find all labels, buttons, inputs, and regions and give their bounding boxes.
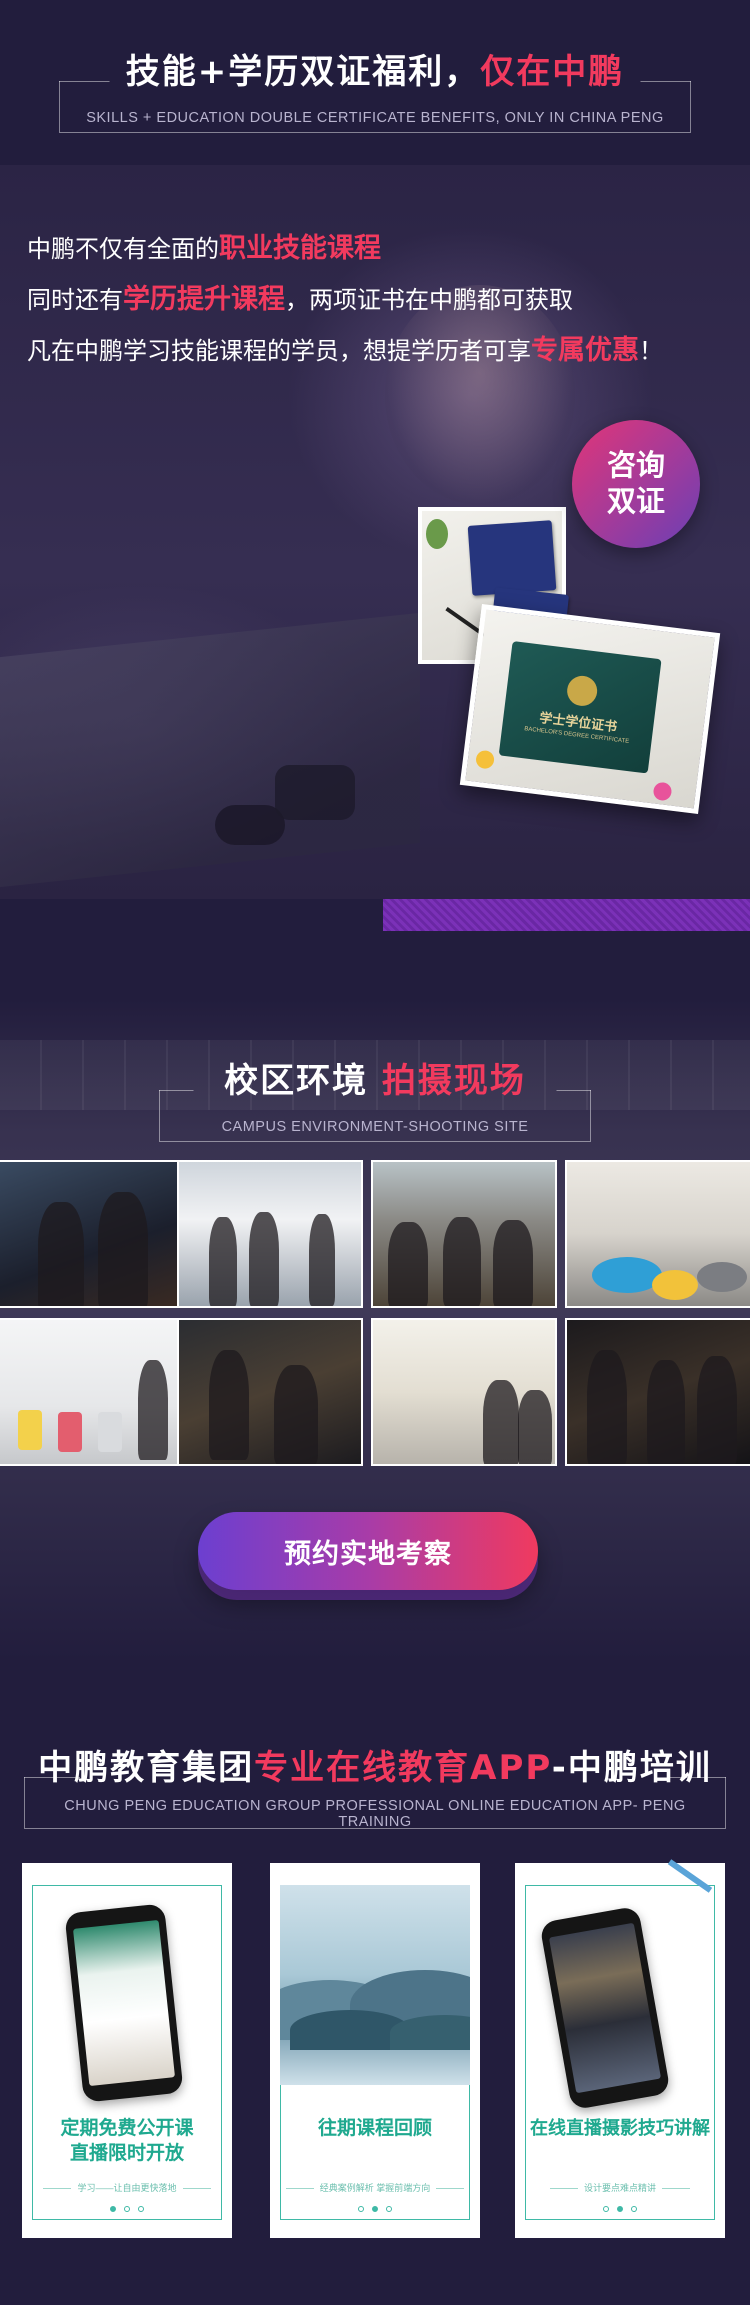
carousel-dot[interactable]	[386, 2206, 392, 2212]
intro-line-1-text: 中鹏不仅有全面的	[27, 236, 219, 263]
carousel-dots	[22, 2206, 232, 2212]
flower-icon	[652, 781, 673, 802]
consult-double-cert-button[interactable]: 咨询 双证	[572, 420, 700, 548]
campus-photo-classroom	[0, 1318, 184, 1466]
carousel-dot[interactable]	[138, 2206, 144, 2212]
app-card-tagline: 学习——让自由更快落地	[22, 2181, 232, 2194]
consult-line-2: 双证	[606, 486, 665, 518]
app-card-live-photo[interactable]: 在线直播摄影技巧讲解 设计要点难点精讲	[515, 1859, 725, 2238]
app-card-caption: 定期免费公开课 直播限时开放	[22, 2116, 232, 2166]
purple-stripe-divider	[0, 899, 750, 931]
intro-line-2-pre: 同时还有	[27, 287, 123, 314]
intro-highlight-discount: 专属优惠	[531, 335, 639, 365]
carousel-dot[interactable]	[110, 2206, 116, 2212]
carousel-dots	[270, 2206, 480, 2212]
carousel-dot[interactable]	[603, 2206, 609, 2212]
carousel-dot[interactable]	[631, 2206, 637, 2212]
cert-subtitle-box: SKILLS + EDUCATION DOUBLE CERTIFICATE BE…	[59, 81, 691, 133]
campus-photo-reception	[371, 1318, 557, 1466]
intro-line-3-post: ！	[639, 338, 663, 365]
caption-line-1: 往期课程回顾	[317, 2118, 432, 2139]
campus-photo-night-shoot	[565, 1318, 750, 1466]
caption-line-2: 直播限时开放	[69, 2143, 184, 2164]
camera-lens-shape	[215, 805, 285, 845]
intro-line-2: 同时还有学历提升课程，两项证书在中鹏都可获取	[27, 283, 663, 317]
intro-line-2-post: ，两项证书在中鹏都可获取	[285, 287, 573, 314]
campus-subtitle: CAMPUS ENVIRONMENT-SHOOTING SITE	[221, 1119, 529, 1135]
carousel-dots	[515, 2206, 725, 2212]
book-site-visit-button[interactable]: 预约实地考察	[198, 1512, 538, 1590]
carousel-dot[interactable]	[617, 2206, 623, 2212]
camera-body-shape	[275, 765, 355, 820]
app-card-tagline: 经典案例解析 掌握前端方向	[270, 2181, 480, 2194]
campus-photo-filming	[0, 1160, 184, 1308]
app-subtitle: CHUNG PENG EDUCATION GROUP PROFESSIONAL …	[64, 1798, 686, 1830]
intro-highlight-degree: 学历提升课程	[123, 284, 285, 314]
intro-line-1: 中鹏不仅有全面的职业技能课程	[27, 232, 663, 266]
campus-photo-lounge	[565, 1160, 750, 1308]
carousel-dot[interactable]	[358, 2206, 364, 2212]
laptop-shape	[0, 612, 420, 888]
app-subtitle-box: CHUNG PENG EDUCATION GROUP PROFESSIONAL …	[24, 1777, 726, 1830]
plant-shape	[426, 519, 448, 549]
tagline-text: 经典案例解析 掌握前端方向	[319, 2183, 431, 2193]
cert-intro-text: 中鹏不仅有全面的职业技能课程 同时还有学历提升课程，两项证书在中鹏都可获取 凡在…	[27, 232, 663, 385]
caption-line-1: 定期免费公开课	[60, 2118, 194, 2139]
app-card-caption: 在线直播摄影技巧讲解	[515, 2116, 725, 2141]
national-emblem-icon	[565, 674, 599, 708]
tagline-text: 学习——让自由更快落地	[77, 2183, 177, 2193]
app-card-open-class[interactable]: 定期免费公开课 直播限时开放 学习——让自由更快落地	[22, 1863, 232, 2238]
carousel-dot[interactable]	[372, 2206, 378, 2212]
carousel-dot[interactable]	[124, 2206, 130, 2212]
mountain-lake-image	[280, 1885, 470, 2085]
caption-line-1: 在线直播摄影技巧讲解	[530, 2118, 710, 2138]
campus-photo-set	[177, 1318, 363, 1466]
bachelor-certificate-cover: 学士学位证书 BACHELOR'S DEGREE CERTIFICATE	[498, 641, 662, 774]
campus-photo-studio	[177, 1160, 363, 1308]
intro-highlight-skills: 职业技能课程	[219, 233, 381, 263]
consult-line-1: 咨询	[606, 450, 665, 482]
tagline-text: 设计要点难点精讲	[583, 2183, 656, 2193]
app-card-course-review[interactable]: 往期课程回顾 经典案例解析 掌握前端方向	[270, 1863, 480, 2238]
cert-subtitle: SKILLS + EDUCATION DOUBLE CERTIFICATE BE…	[86, 110, 664, 126]
campus-section-header: 校区环境 拍摄现场 CAMPUS ENVIRONMENT-SHOOTING SI…	[0, 1053, 750, 1142]
app-card-tagline: 设计要点难点精讲	[515, 2181, 725, 2194]
phone-icon	[64, 1903, 184, 2103]
cert-section-header: 技能+学历双证福利，仅在中鹏 SKILLS + EDUCATION DOUBLE…	[0, 44, 750, 133]
intro-line-3-pre: 凡在中鹏学习技能课程的学员，想提学历者可享	[27, 338, 531, 365]
intro-line-3: 凡在中鹏学习技能课程的学员，想提学历者可享专属优惠！	[27, 334, 663, 368]
campus-photo-outdoor-shoot	[371, 1160, 557, 1308]
app-card-caption: 往期课程回顾	[270, 2116, 480, 2141]
visit-button-label: 预约实地考察	[284, 1538, 452, 1569]
app-section-header: 中鹏教育集团专业在线教育APP-中鹏培训 CHUNG PENG EDUCATIO…	[0, 1740, 750, 1830]
flower-icon	[475, 749, 496, 770]
blue-certificate-book	[467, 520, 557, 596]
campus-photo-grid	[0, 1160, 750, 1466]
certificate-photo-green: 学士学位证书 BACHELOR'S DEGREE CERTIFICATE	[459, 604, 721, 814]
campus-subtitle-box: CAMPUS ENVIRONMENT-SHOOTING SITE	[159, 1090, 591, 1142]
